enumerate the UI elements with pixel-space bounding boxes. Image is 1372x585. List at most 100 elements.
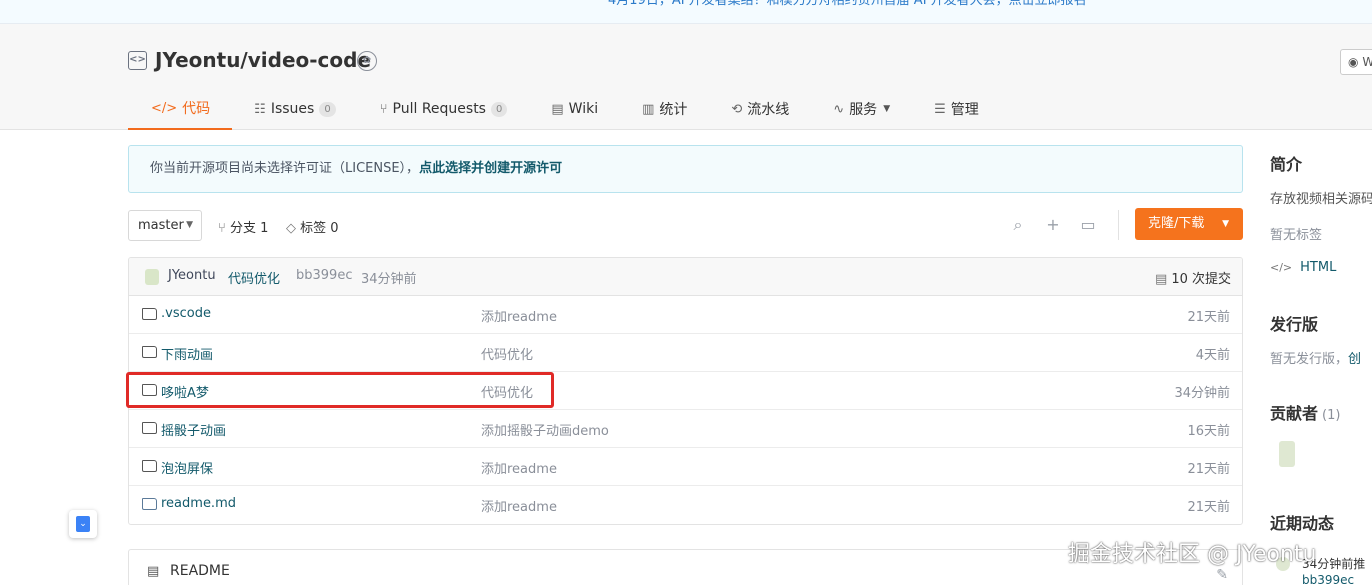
file-time: 21天前 (1187, 310, 1230, 325)
commit-message[interactable]: 代码优化 (228, 268, 280, 287)
table-row[interactable]: 摇骰子动画 添加摇骰子动画demo 16天前 (129, 410, 1242, 448)
tab-issues[interactable]: ☷ Issues 0 (232, 88, 358, 130)
file-time: 21天前 (1187, 500, 1230, 515)
commit-sha[interactable]: bb399ec (296, 268, 352, 283)
no-release-label: 暂无发行版， (1270, 352, 1349, 367)
tab-label: 流水线 (747, 102, 790, 118)
manage-icon: ☰ (934, 101, 946, 117)
tag-count-link[interactable]: ◇ 标签 0 (286, 217, 339, 236)
activity-sha[interactable]: bb399ec (1302, 573, 1354, 585)
file-time: 34分钟前 (1174, 386, 1230, 401)
tag-icon: ◇ (286, 221, 296, 236)
latest-commit-bar: JYeontu 代码优化 bb399ec 34分钟前 ▤ 10 次提交 (129, 258, 1242, 296)
floating-helper-button[interactable]: ⌄ (69, 510, 97, 538)
search-icon[interactable]: ⌕ (1009, 216, 1027, 234)
tab-wiki[interactable]: ▤ Wiki (529, 88, 620, 130)
issues-count-badge: 0 (319, 101, 336, 117)
banner-text[interactable]: 4月19日，AI 开发者集结！和模力方舟相约贵州首届 AI 开发者大会，点击立即… (608, 0, 1087, 8)
language-link[interactable]: </> HTML (1270, 260, 1336, 275)
license-text: 你当前开源项目尚未选择许可证（LICENSE）， (150, 161, 420, 176)
branch-count-link[interactable]: ⑂ 分支 1 (218, 217, 268, 236)
edit-icon[interactable]: ✎ (1216, 567, 1228, 583)
commits-icon: ▤ (1155, 272, 1168, 287)
repo-header: <> JYeontu/video-code ✿ ◉ W </> 代码 ☷ Iss… (0, 24, 1372, 130)
intro-text: 存放视频相关源码 (1270, 192, 1372, 207)
file-time: 16天前 (1187, 424, 1230, 439)
contributors-title: 贡献者 (1) (1270, 400, 1340, 424)
code-icon: </> (1270, 261, 1293, 274)
watermark: 掘金技术社区 @ JYeontu (1068, 542, 1317, 567)
folder-icon (142, 308, 157, 320)
file-name[interactable]: .vscode (161, 306, 211, 321)
wiki-icon: ▤ (551, 101, 564, 117)
file-icon (142, 498, 157, 510)
file-commit-message[interactable]: 添加readme (481, 306, 557, 325)
file-name[interactable]: readme.md (161, 496, 236, 511)
clone-download-button[interactable]: 克隆/下载 ▼ (1135, 208, 1243, 240)
file-commit-message[interactable]: 添加readme (481, 458, 557, 477)
table-row[interactable]: .vscode 添加readme 21天前 (129, 296, 1242, 334)
file-commit-message[interactable]: 添加readme (481, 496, 557, 515)
tab-label: 管理 (950, 102, 979, 118)
folder-icon (142, 460, 157, 472)
readme-icon: ▤ (147, 564, 160, 579)
chevron-down-icon: ▼ (1222, 219, 1229, 229)
tab-label: Wiki (568, 101, 599, 117)
tab-stats[interactable]: ▥ 统计 (620, 88, 709, 130)
file-name[interactable]: 泡泡屏保 (161, 458, 213, 477)
tab-label: Issues (270, 101, 315, 117)
avatar[interactable] (145, 269, 159, 285)
folder-icon (142, 422, 157, 434)
commit-time: 34分钟前 (361, 272, 417, 287)
release-title: 发行版 (1270, 315, 1319, 334)
tab-pull-requests[interactable]: ⑂ Pull Requests 0 (358, 88, 530, 130)
commit-author[interactable]: JYeontu (168, 268, 216, 283)
file-name[interactable]: 摇骰子动画 (161, 420, 226, 439)
stats-icon: ▥ (642, 101, 655, 117)
commit-count: 10 次提交 (1171, 272, 1231, 287)
activity-title: 近期动态 (1270, 514, 1335, 533)
avatar[interactable] (1279, 441, 1295, 467)
table-row[interactable]: readme.md 添加readme 21天前 (129, 486, 1242, 524)
tab-pipeline[interactable]: ⟲ 流水线 (709, 88, 811, 130)
repo-icon: <> (128, 51, 147, 70)
chevron-down-icon: ▼ (883, 104, 891, 114)
tab-service[interactable]: ∿ 服务 ▼ (811, 88, 912, 130)
license-notice: 你当前开源项目尚未选择许可证（LICENSE），点此选择并创建开源许可 (128, 145, 1243, 193)
contributors-label: 贡献者 (1270, 404, 1319, 423)
plus-icon[interactable]: + (1044, 216, 1062, 234)
top-banner[interactable]: 4月19日，AI 开发者集结！和模力方舟相约贵州首届 AI 开发者大会，点击立即… (0, 0, 1372, 24)
tag-count-label: 标签 0 (300, 221, 339, 236)
tab-manage[interactable]: ☰ 管理 (912, 88, 1001, 130)
table-row[interactable]: 泡泡屏保 添加readme 21天前 (129, 448, 1242, 486)
license-link[interactable]: 点此选择并创建开源许可 (419, 161, 562, 176)
tab-label: 服务 (849, 102, 878, 118)
language-label: HTML (1300, 260, 1337, 275)
monitor-icon[interactable]: ▭ (1079, 216, 1097, 234)
tab-label: 代码 (182, 101, 211, 117)
pr-count-badge: 0 (490, 101, 508, 117)
watch-label: W (1362, 55, 1372, 69)
no-tags-text: 暂无标签 (1270, 228, 1323, 243)
repo-tabs: </> 代码 ☷ Issues 0 ⑂ Pull Requests 0 ▤ Wi… (128, 88, 1001, 130)
file-commit-message[interactable]: 代码优化 (481, 344, 533, 363)
commit-count-link[interactable]: ▤ 10 次提交 (1155, 268, 1231, 287)
repo-title[interactable]: JYeontu/video-code (155, 48, 371, 72)
branch-name: master (138, 218, 184, 233)
toolbar-divider (1118, 210, 1119, 240)
no-release-text: 暂无发行版，创 (1270, 348, 1361, 367)
tab-label: 统计 (659, 102, 688, 118)
code-icon: </> (151, 100, 178, 116)
branch-count-label: 分支 1 (229, 221, 269, 236)
recommend-badge-icon[interactable]: ✿ (357, 51, 377, 71)
folder-icon (142, 346, 157, 358)
watch-button[interactable]: ◉ W (1340, 49, 1372, 75)
file-commit-message[interactable]: 添加摇骰子动画demo (481, 420, 609, 439)
table-row[interactable]: 下雨动画 代码优化 4天前 (129, 334, 1242, 372)
branch-select[interactable]: master ▼ (128, 210, 202, 241)
create-release-link[interactable]: 创 (1348, 352, 1361, 367)
eye-icon: ◉ (1348, 55, 1359, 69)
file-time: 4天前 (1195, 348, 1230, 363)
tab-code[interactable]: </> 代码 (128, 88, 233, 130)
file-name[interactable]: 下雨动画 (161, 344, 213, 363)
